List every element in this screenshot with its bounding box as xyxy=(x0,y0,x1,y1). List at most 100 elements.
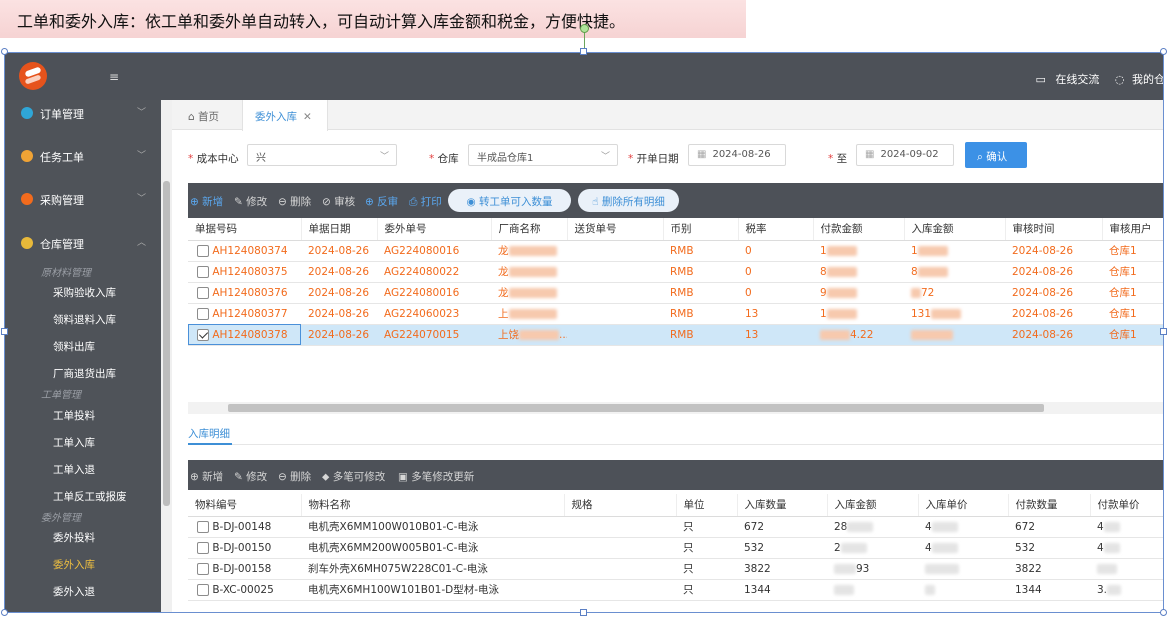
row-checkbox[interactable] xyxy=(197,307,209,320)
my-account-link[interactable]: 我的仓 xyxy=(1132,73,1163,86)
sidebar-sub-item[interactable]: 工单入退 xyxy=(53,462,95,477)
group-raw-materials: 原材料管理 xyxy=(41,268,91,279)
end-date-input[interactable]: ▦ 2024-09-02 xyxy=(856,144,954,166)
column-header[interactable]: 单位 xyxy=(676,494,738,517)
column-header[interactable]: 币别 xyxy=(663,218,739,241)
sidebar-scroll-thumb[interactable] xyxy=(163,181,170,506)
table-row[interactable]: B-DJ-00150 电机壳X6MM200W005B01-C-电泳 只 532 … xyxy=(188,537,1163,559)
table-row[interactable]: AH124080377 2024-08-26 AG224060023 上 RMB… xyxy=(188,303,1163,325)
sidebar-item-orders[interactable]: 订单管理 ﹀ xyxy=(5,103,161,127)
row-checkbox[interactable] xyxy=(197,541,209,554)
detail-edit-button[interactable]: ✎ 修改 xyxy=(234,469,267,484)
column-header[interactable]: 单据号码 xyxy=(188,218,302,241)
sidebar-item-label: 订单管理 xyxy=(40,108,84,121)
sidebar-sub-item-active[interactable]: 委外入库 xyxy=(53,557,95,572)
chevron-down-icon: ﹀ xyxy=(379,152,389,162)
scroll-thumb[interactable] xyxy=(228,404,1044,412)
sidebar-sub-item[interactable]: 工单投料 xyxy=(53,408,95,423)
column-header[interactable]: 入库金额 xyxy=(827,494,919,517)
table-row[interactable]: B-DJ-00148 电机壳X6MM100W010B01-C-电泳 只 672 … xyxy=(188,516,1163,538)
sidebar-item-purchase[interactable]: 采购管理 ﹀ xyxy=(5,189,161,213)
resize-handle[interactable] xyxy=(1160,609,1167,616)
warehouse-select[interactable]: 半成品仓库1 ﹀ xyxy=(468,144,618,166)
delete-all-details-button[interactable]: ☝ 删除所有明细 xyxy=(578,189,679,212)
resize-handle[interactable] xyxy=(1160,48,1167,55)
column-header[interactable]: 审核时间 xyxy=(1005,218,1103,241)
column-header[interactable]: 付款金额 xyxy=(813,218,905,241)
resize-handle[interactable] xyxy=(580,609,587,616)
sidebar-sub-item[interactable]: 委外入退 xyxy=(53,584,95,599)
sidebar-sub-item[interactable]: 工单入库 xyxy=(53,435,95,450)
column-header[interactable]: 物料编号 xyxy=(188,494,302,517)
table-row[interactable]: AH124080375 2024-08-26 AG224080022 龙 RMB… xyxy=(188,261,1163,283)
multi-allow-edit-button[interactable]: ⬥ 多笔可修改 xyxy=(322,469,385,484)
column-header[interactable]: 物料名称 xyxy=(301,494,565,517)
hand-icon: ☝ xyxy=(592,196,602,208)
column-header[interactable]: 规格 xyxy=(564,494,677,517)
row-checkbox[interactable] xyxy=(197,562,209,575)
column-header[interactable]: 付款数量 xyxy=(1008,494,1091,517)
sidebar-sub-item[interactable]: 委外投料 xyxy=(53,530,95,545)
table-row-selected[interactable]: AH124080378 2024-08-26 AG224070015 上饶...… xyxy=(188,324,1163,346)
sidebar-sub-item[interactable]: 领料退料入库 xyxy=(53,312,116,327)
resize-handle[interactable] xyxy=(1,328,8,335)
tab-home[interactable]: ⌂ 首页 xyxy=(182,100,242,130)
cost-center-select[interactable]: 兴 ﹀ xyxy=(247,144,397,166)
column-header[interactable]: 入库金额 xyxy=(904,218,1006,241)
table-row[interactable]: B-DJ-00158 刹车外壳X6MH075W228C01-C-电泳 只 382… xyxy=(188,558,1163,580)
sidebar-sub-item[interactable]: 厂商退货出库 xyxy=(53,366,116,381)
column-header[interactable]: 审核用户 xyxy=(1102,218,1163,241)
confirm-button[interactable]: ⌕ 确认 xyxy=(965,142,1027,168)
resize-handle[interactable] xyxy=(580,48,587,55)
rotation-handle[interactable] xyxy=(580,24,589,33)
resize-handle[interactable] xyxy=(1160,328,1167,335)
master-toolbar: ⊕ 新增 ✎ 修改 ⊖ 删除 ⊘ 审核 ⊕ 反审 ⎙ 打印 ◉ 转工单可入数量 … xyxy=(188,183,1163,218)
online-chat-link[interactable]: 在线交流 xyxy=(1055,73,1099,86)
table-row[interactable]: AH124080376 2024-08-26 AG224080016 龙 RMB… xyxy=(188,282,1163,304)
tab-label: 委外入库 xyxy=(255,111,297,123)
column-header[interactable]: 厂商名称 xyxy=(491,218,568,241)
master-horizontal-scrollbar[interactable] xyxy=(188,402,1163,414)
table-row[interactable]: AH124080374 2024-08-26 AG224080016 龙 RMB… xyxy=(188,240,1163,262)
resize-handle[interactable] xyxy=(1,609,8,616)
unapprove-button[interactable]: ⊕ 反审 xyxy=(365,194,398,209)
sidebar-sub-item[interactable]: 领料出库 xyxy=(53,339,95,354)
sidebar-sub-item[interactable]: 工单反工或报废 xyxy=(53,489,127,504)
delete-button[interactable]: ⊖ 删除 xyxy=(278,194,311,209)
resize-handle[interactable] xyxy=(1,48,8,55)
column-header[interactable]: 委外单号 xyxy=(377,218,492,241)
sidebar-sub-item[interactable]: 采购验收入库 xyxy=(53,285,116,300)
start-date-input[interactable]: ▦ 2024-08-26 xyxy=(688,144,786,166)
row-checkbox[interactable] xyxy=(197,244,209,257)
row-checkbox[interactable] xyxy=(197,520,209,533)
sidebar-item-warehouse[interactable]: 仓库管理 ︿ xyxy=(5,233,161,257)
transfer-button[interactable]: ◉ 转工单可入数量 xyxy=(448,189,571,212)
chevron-down-icon: ﹀ xyxy=(600,152,610,162)
column-header[interactable]: 入库数量 xyxy=(737,494,828,517)
screenshot-frame: ≡ ▭ 在线交流 ◌ 我的仓 订单管理 ﹀ 任务工单 ﹀ 采购管理 ﹀ 仓库管理… xyxy=(4,52,1164,613)
close-icon[interactable]: ✕ xyxy=(303,111,312,123)
column-header[interactable]: 入库单价 xyxy=(918,494,1009,517)
sidebar-item-label: 仓库管理 xyxy=(40,238,84,251)
row-checkbox[interactable] xyxy=(197,583,209,596)
column-header[interactable]: 送货单号 xyxy=(567,218,664,241)
sidebar-item-tasks[interactable]: 任务工单 ﹀ xyxy=(5,146,161,170)
chevron-up-icon: ︿ xyxy=(137,238,147,248)
column-header[interactable]: 付款单价 xyxy=(1090,494,1163,517)
row-checkbox-checked[interactable] xyxy=(197,328,209,341)
column-header[interactable]: 单据日期 xyxy=(301,218,378,241)
print-button[interactable]: ⎙ 打印 xyxy=(409,194,442,209)
row-checkbox[interactable] xyxy=(197,265,209,278)
approve-button[interactable]: ⊘ 审核 xyxy=(322,194,355,209)
multi-update-button[interactable]: ▣ 多笔修改更新 xyxy=(398,469,474,484)
detail-section-title[interactable]: 入库明细 xyxy=(188,426,230,441)
add-button[interactable]: ⊕ 新增 xyxy=(190,194,223,209)
column-header[interactable]: 税率 xyxy=(738,218,814,241)
menu-toggle-icon[interactable]: ≡ xyxy=(109,70,119,84)
detail-add-button[interactable]: ⊕ 新增 xyxy=(190,469,223,484)
tab-outsource-receipt[interactable]: 委外入库 ✕ xyxy=(242,100,328,131)
table-row[interactable]: B-XC-00025 电机壳X6MH100W101B01-D型材-电泳 只 13… xyxy=(188,579,1163,601)
row-checkbox[interactable] xyxy=(197,286,209,299)
edit-button[interactable]: ✎ 修改 xyxy=(234,194,267,209)
detail-delete-button[interactable]: ⊖ 删除 xyxy=(278,469,311,484)
